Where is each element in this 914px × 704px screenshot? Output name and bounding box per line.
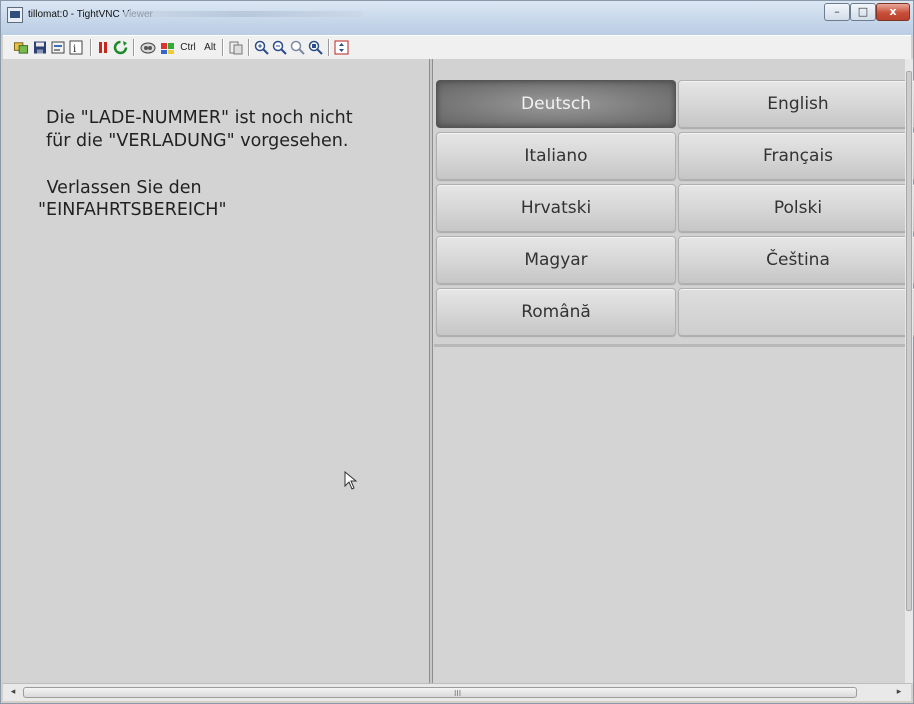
zoom-out-icon[interactable] xyxy=(272,40,287,55)
vertical-scrollbar-thumb[interactable] xyxy=(906,71,912,611)
options-icon[interactable] xyxy=(51,40,66,55)
language-button-english[interactable]: English xyxy=(678,80,914,128)
clipboard-icon[interactable] xyxy=(228,40,243,55)
mouse-cursor-icon xyxy=(344,471,358,490)
alt-key-button[interactable]: Alt xyxy=(202,40,218,55)
ctrl-alt-del-icon[interactable] xyxy=(140,40,156,55)
refresh-icon[interactable] xyxy=(113,40,128,55)
language-button-magyar[interactable]: Magyar xyxy=(436,236,676,284)
message-line-4: "EINFAHRTSBEREICH" xyxy=(38,200,227,220)
language-button-romana[interactable]: Română xyxy=(436,288,676,336)
close-button[interactable]: x xyxy=(876,3,910,21)
vertical-scrollbar[interactable] xyxy=(905,59,913,683)
toolbar-separator xyxy=(328,39,330,56)
toolbar: i Ctrl Alt xyxy=(3,35,911,60)
zoom-100-icon[interactable] xyxy=(290,40,305,55)
language-panel: Deutsch English Italiano Français Hrvats… xyxy=(434,59,914,683)
new-connection-icon[interactable] xyxy=(13,40,29,55)
svg-text:i: i xyxy=(73,44,76,55)
horizontal-scrollbar-thumb[interactable]: III xyxy=(23,687,857,698)
language-button-deutsch[interactable]: Deutsch xyxy=(436,80,676,128)
ctrl-key-button[interactable]: Ctrl xyxy=(178,40,198,55)
connection-info-icon[interactable]: i xyxy=(69,40,84,55)
message-line-1: Die "LADE-NUMMER" ist noch nicht xyxy=(46,108,353,128)
title-blurred-area xyxy=(123,11,363,17)
maximize-button[interactable]: □ xyxy=(850,3,876,21)
language-button-italiano[interactable]: Italiano xyxy=(436,132,676,180)
zoom-in-icon[interactable] xyxy=(254,40,269,55)
scroll-right-arrow-icon[interactable]: ▸ xyxy=(893,687,905,698)
message-panel: Die "LADE-NUMMER" ist noch nicht für die… xyxy=(3,59,429,683)
toolbar-separator xyxy=(90,39,92,56)
language-button-francais[interactable]: Français xyxy=(678,132,914,180)
language-grid: Deutsch English Italiano Français Hrvats… xyxy=(434,59,914,347)
scroll-left-arrow-icon[interactable]: ◂ xyxy=(7,687,19,698)
toolbar-separator xyxy=(222,39,224,56)
fullscreen-icon[interactable] xyxy=(334,40,349,55)
message-line-2: für die "VERLADUNG" vorgesehen. xyxy=(46,131,349,151)
save-icon[interactable] xyxy=(33,40,47,55)
panel-splitter[interactable] xyxy=(429,59,433,683)
title-bar[interactable]: tillomat:0 - TightVNC Viewer – □ x xyxy=(1,1,913,36)
minimize-button[interactable]: – xyxy=(824,3,850,21)
remote-desktop-area[interactable]: Die "LADE-NUMMER" ist noch nicht für die… xyxy=(3,59,914,683)
pause-icon[interactable] xyxy=(97,40,109,55)
scrollbar-grip: III xyxy=(454,689,462,698)
toolbar-separator xyxy=(133,39,135,56)
language-button-polski[interactable]: Polski xyxy=(678,184,914,232)
vnc-viewer-window: tillomat:0 - TightVNC Viewer – □ x i Ctr… xyxy=(0,0,914,704)
zoom-auto-icon[interactable] xyxy=(308,40,323,55)
language-button-hrvatski[interactable]: Hrvatski xyxy=(436,184,676,232)
language-button-cestina[interactable]: Čeština xyxy=(678,236,914,284)
ctrl-esc-icon[interactable] xyxy=(160,40,175,55)
message-line-3: Verlassen Sie den xyxy=(41,178,202,198)
language-button-empty xyxy=(678,288,914,336)
vnc-app-icon xyxy=(7,7,23,23)
toolbar-separator xyxy=(248,39,250,56)
horizontal-scrollbar[interactable]: ◂ III ▸ xyxy=(3,683,911,701)
